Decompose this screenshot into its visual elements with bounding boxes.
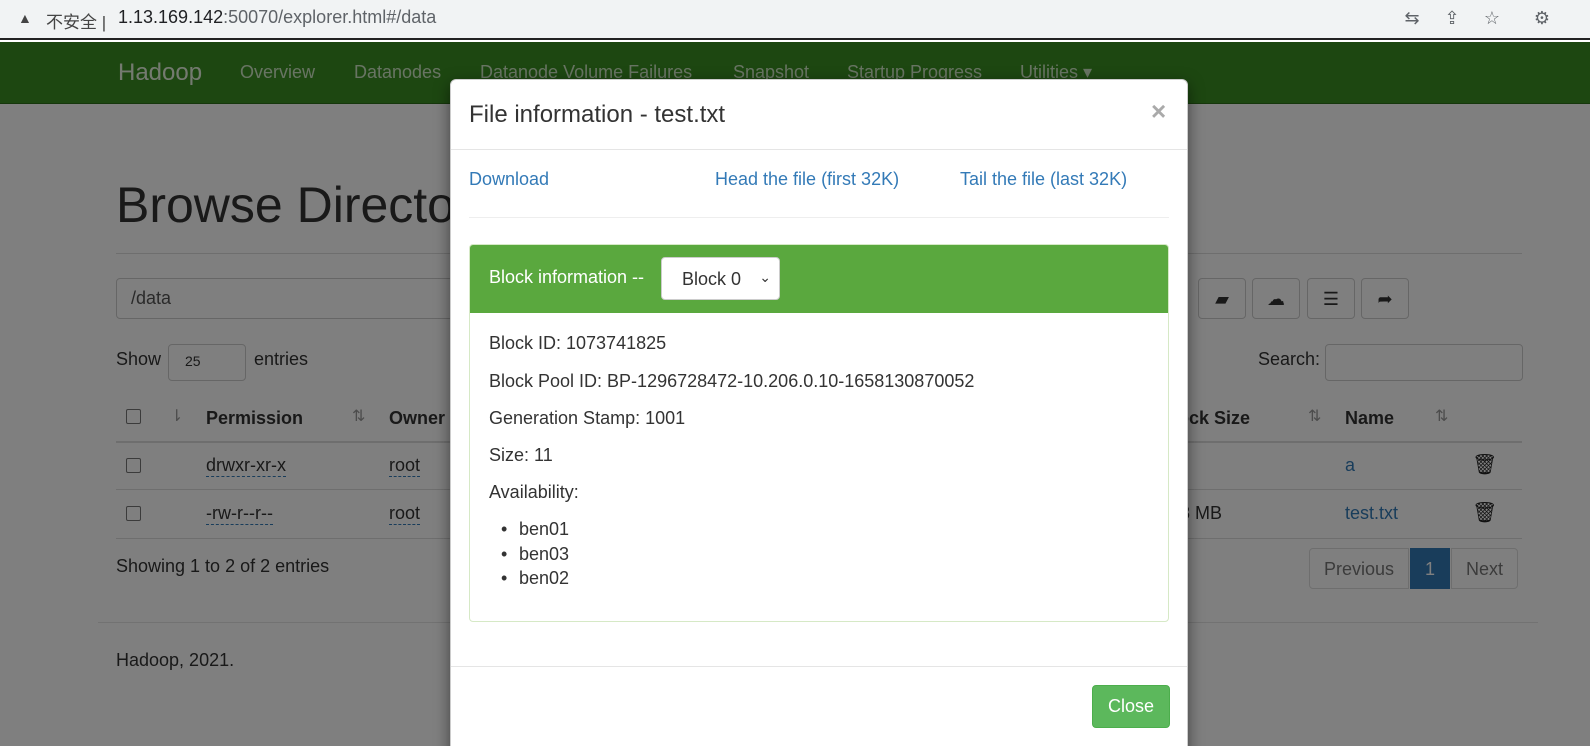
address-bar[interactable]: 1.13.169.142:50070/explorer.html#/data: [118, 7, 436, 28]
panel-heading: Block information -- Block 0 ⌄: [470, 245, 1168, 313]
availability-label: Availability:: [489, 482, 579, 502]
generation-stamp: Generation Stamp: 1001: [489, 408, 686, 428]
share-icon[interactable]: ⇪: [1440, 6, 1464, 30]
head-file-link[interactable]: Head the file (first 32K): [715, 169, 899, 190]
divider: [469, 217, 1169, 218]
url-path: :50070/explorer.html#/data: [223, 7, 437, 27]
list-item: ben01: [501, 519, 569, 540]
translate-icon[interactable]: ⇆: [1400, 6, 1424, 30]
warning-icon[interactable]: ▲: [18, 10, 32, 26]
file-size: Size: 11: [489, 445, 553, 465]
block-select[interactable]: Block 0 ⌄: [661, 257, 780, 300]
close-button[interactable]: Close: [1092, 685, 1170, 728]
block-pool-id: Block Pool ID: BP-1296728472-10.206.0.10…: [489, 371, 975, 391]
insecure-label[interactable]: 不安全 |: [46, 8, 106, 33]
extensions-icon[interactable]: ⚙: [1530, 6, 1554, 30]
modal-header: File information - test.txt ×: [451, 80, 1187, 150]
url-host: 1.13.169.142: [118, 7, 224, 27]
block-select-value: Block 0: [682, 269, 742, 289]
block-info-label: Block information --: [489, 267, 645, 287]
file-info-modal: File information - test.txt × Download H…: [450, 79, 1188, 746]
list-item: ben03: [501, 544, 569, 565]
tail-file-link[interactable]: Tail the file (last 32K): [960, 169, 1127, 190]
download-link[interactable]: Download: [469, 169, 549, 190]
list-item: ben02: [501, 568, 569, 589]
browser-toolbar: ▲ 不安全 | 1.13.169.142:50070/explorer.html…: [0, 0, 1590, 40]
modal-title: File information - test.txt: [469, 101, 726, 128]
chevron-down-icon: ⌄: [759, 269, 771, 285]
star-icon[interactable]: ☆: [1480, 6, 1504, 30]
block-info-panel: Block information -- Block 0 ⌄ Block ID:…: [469, 244, 1169, 622]
block-id: Block ID: 1073741825: [489, 333, 667, 353]
close-icon[interactable]: ×: [1151, 96, 1166, 127]
modal-footer-divider: [451, 666, 1187, 667]
